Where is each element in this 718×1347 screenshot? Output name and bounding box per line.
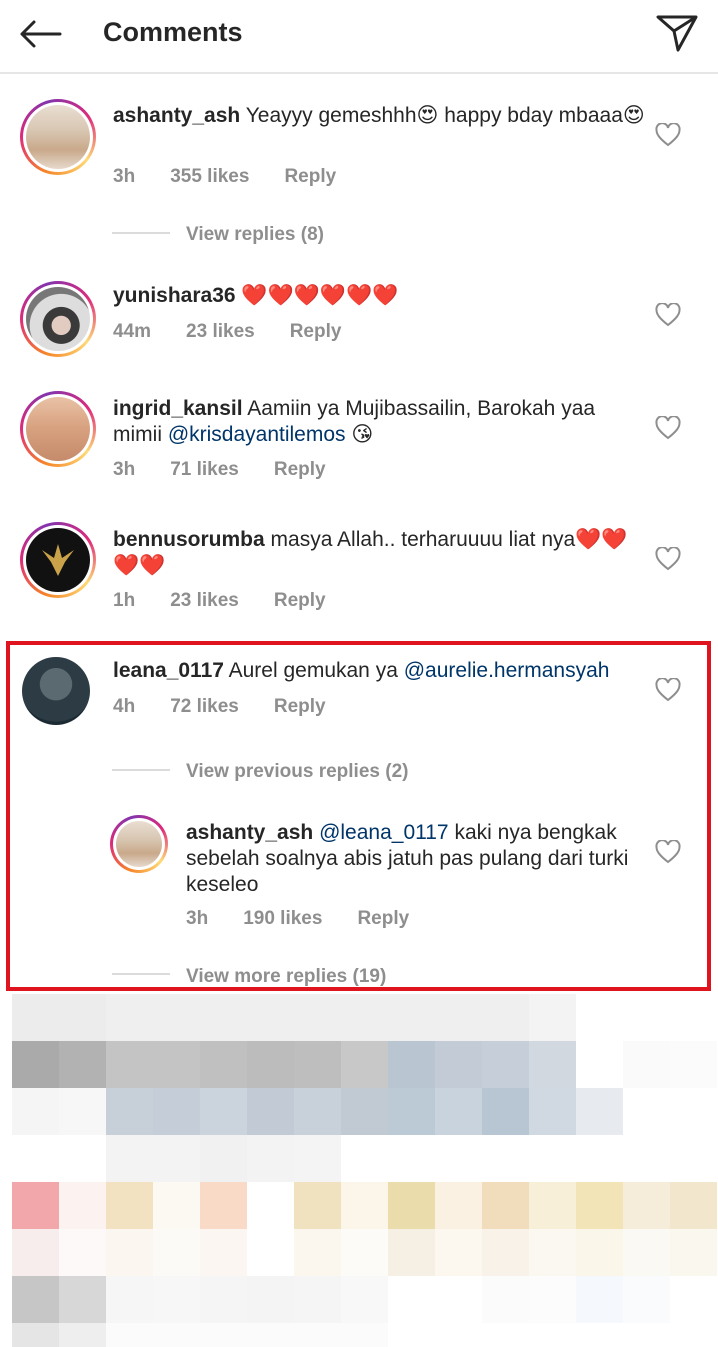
comment-time: 3h — [113, 459, 136, 480]
reply-text: ashanty_ash @leana_0117 kaki nya bengkak… — [186, 821, 629, 896]
heart-icon[interactable] — [655, 416, 681, 440]
comment-text: ingrid_kansil Aamiin ya Mujibassailin, B… — [113, 397, 596, 446]
mention-link[interactable]: @krisdayantilemos — [168, 423, 346, 446]
direct-send-icon[interactable] — [654, 10, 700, 56]
comment-meta: 3h 355 likes Reply — [113, 166, 371, 188]
heart-icon[interactable] — [655, 547, 681, 571]
heart-icon[interactable] — [655, 123, 681, 147]
avatar[interactable] — [20, 281, 96, 357]
comment-meta: 44m 23 likes Reply — [113, 321, 376, 343]
view-more-replies-link[interactable]: View more replies (19) — [186, 966, 386, 988]
comment-likes[interactable]: 23 likes — [186, 321, 255, 343]
comment-username[interactable]: leana_0117 — [113, 659, 224, 682]
page-title: Comments — [103, 17, 243, 47]
comment-time: 4h — [113, 696, 136, 717]
avatar[interactable] — [20, 99, 96, 175]
comment-likes[interactable]: 72 likes — [170, 696, 239, 718]
comment-username[interactable]: bennusorumba — [113, 528, 265, 551]
comment-text: bennusorumba masya Allah.. terharuuuu li… — [113, 528, 628, 577]
avatar[interactable] — [22, 657, 90, 725]
heart-icon[interactable] — [655, 303, 681, 327]
reply-button[interactable]: Reply — [274, 696, 326, 718]
reply-button[interactable]: Reply — [357, 908, 409, 930]
mention-link[interactable]: @leana_0117 — [319, 821, 449, 844]
reply-button[interactable]: Reply — [290, 321, 342, 343]
view-replies-link[interactable]: View replies (8) — [186, 224, 324, 246]
pixelated-content — [12, 994, 718, 1347]
top-bar: Comments — [0, 0, 718, 74]
comment-likes[interactable]: 23 likes — [170, 590, 239, 612]
avatar[interactable] — [110, 815, 168, 873]
back-arrow-icon[interactable] — [16, 14, 64, 54]
comment-meta: 4h 72 likes Reply — [113, 696, 361, 718]
reply-time: 3h — [186, 908, 209, 929]
comment-username[interactable]: yunishara36 — [113, 284, 236, 307]
reply-likes[interactable]: 190 likes — [243, 908, 322, 930]
comment-time: 3h — [113, 166, 136, 187]
comment-text: leana_0117 Aurel gemukan ya @aurelie.her… — [113, 659, 610, 682]
reply-button[interactable]: Reply — [274, 590, 326, 612]
heart-icon[interactable] — [655, 678, 681, 702]
comment-meta: 3h 71 likes Reply — [113, 459, 361, 481]
view-previous-replies-link[interactable]: View previous replies (2) — [186, 761, 408, 783]
reply-button[interactable]: Reply — [274, 459, 326, 481]
heart-icon[interactable] — [655, 840, 681, 864]
comment-time: 1h — [113, 590, 136, 611]
comment-username[interactable]: ingrid_kansil — [113, 397, 243, 420]
divider — [112, 769, 170, 771]
comment-likes[interactable]: 71 likes — [170, 459, 239, 481]
reply-username[interactable]: ashanty_ash — [186, 821, 313, 844]
comment-meta: 1h 23 likes Reply — [113, 590, 361, 612]
highlight-box — [6, 641, 711, 991]
avatar[interactable] — [20, 522, 96, 598]
comment-text: yunishara36 ❤️❤️❤️❤️❤️❤️ — [113, 284, 399, 307]
comment-username[interactable]: ashanty_ash — [113, 104, 240, 127]
reply-button[interactable]: Reply — [284, 166, 336, 188]
reply-meta: 3h 190 likes Reply — [186, 908, 444, 930]
avatar[interactable] — [20, 391, 96, 467]
comment-text: ashanty_ash Yeayyy gemeshhh😍 happy bday … — [113, 104, 645, 127]
divider — [112, 232, 170, 234]
mention-link[interactable]: @aurelie.hermansyah — [404, 659, 610, 682]
divider — [112, 973, 170, 975]
comment-likes[interactable]: 355 likes — [170, 166, 249, 188]
comment-time: 44m — [113, 321, 152, 342]
